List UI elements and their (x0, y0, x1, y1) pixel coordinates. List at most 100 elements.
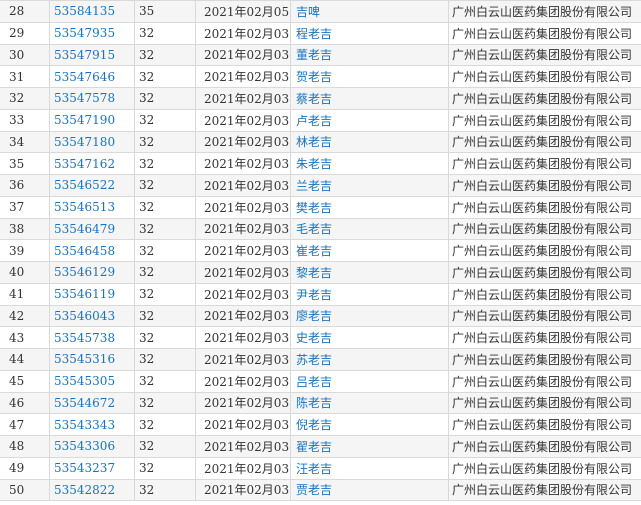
trademark-name-link[interactable]: 樊老吉 (290, 195, 449, 219)
class-number: 32 (134, 130, 196, 154)
class-number: 32 (134, 304, 196, 328)
table-row: 4453545316322021年02月03日苏老吉广州白云山医药集团股份有限公… (0, 348, 641, 371)
table-row: 3253547578322021年02月03日蔡老吉广州白云山医药集团股份有限公… (0, 87, 641, 110)
trademark-name-link[interactable]: 汪老吉 (290, 456, 449, 480)
trademark-name-link[interactable]: 尹老吉 (290, 282, 449, 306)
trademark-name-link[interactable]: 陈老吉 (290, 391, 449, 415)
trademark-name-link[interactable]: 倪老吉 (290, 413, 449, 436)
registration-number-link[interactable]: 53545305 (49, 369, 135, 393)
trademark-name-link[interactable]: 贺老吉 (290, 65, 449, 88)
trademark-name-link[interactable]: 翟老吉 (290, 435, 449, 458)
trademark-table: 2853584135352021年02月05日吉啤广州白云山医药集团股份有限公司… (0, 0, 641, 502)
application-date: 2021年02月03日 (195, 108, 291, 132)
class-number: 32 (134, 326, 196, 349)
registration-number-link[interactable]: 53545316 (49, 348, 135, 371)
trademark-name-link[interactable]: 卢老吉 (290, 108, 449, 132)
trademark-name-link[interactable]: 吕老吉 (290, 369, 449, 393)
trademark-name-link[interactable]: 林老吉 (290, 130, 449, 154)
trademark-name-link[interactable]: 吉啤 (290, 0, 449, 23)
table-row: 2953547935322021年02月03日程老吉广州白云山医药集团股份有限公… (0, 21, 641, 45)
row-index: 41 (0, 282, 50, 306)
trademark-name-link[interactable]: 朱老吉 (290, 152, 449, 175)
application-date: 2021年02月03日 (195, 87, 291, 110)
registration-number-link[interactable]: 53584135 (49, 0, 135, 23)
trademark-name-link[interactable]: 毛老吉 (290, 217, 449, 241)
trademark-name-link[interactable]: 兰老吉 (290, 174, 449, 197)
trademark-name-link[interactable]: 程老吉 (290, 21, 449, 45)
application-date: 2021年02月03日 (195, 348, 291, 371)
trademark-table-body: 2853584135352021年02月05日吉啤广州白云山医药集团股份有限公司… (0, 0, 641, 502)
registration-number-link[interactable]: 53542822 (49, 478, 135, 502)
registration-number-link[interactable]: 53544672 (49, 391, 135, 415)
application-date: 2021年02月03日 (195, 369, 291, 393)
application-date: 2021年02月03日 (195, 43, 291, 67)
trademark-name-link[interactable]: 黎老吉 (290, 261, 449, 284)
table-row: 3853546479322021年02月03日毛老吉广州白云山医药集团股份有限公… (0, 217, 641, 241)
trademark-name-link[interactable]: 史老吉 (290, 326, 449, 349)
application-date: 2021年02月03日 (195, 456, 291, 480)
trademark-name-link[interactable]: 崔老吉 (290, 239, 449, 262)
row-index: 40 (0, 261, 50, 284)
registration-number-link[interactable]: 53546522 (49, 174, 135, 197)
registration-number-link[interactable]: 53546129 (49, 261, 135, 284)
registration-number-link[interactable]: 53547915 (49, 43, 135, 67)
registration-number-link[interactable]: 53546119 (49, 282, 135, 306)
class-number: 32 (134, 456, 196, 480)
registration-number-link[interactable]: 53547190 (49, 108, 135, 132)
registration-number-link[interactable]: 53547935 (49, 21, 135, 45)
trademark-name-link[interactable]: 廖老吉 (290, 304, 449, 328)
applicant-name: 广州白云山医药集团股份有限公司 (448, 391, 641, 415)
class-number: 32 (134, 391, 196, 415)
registration-number-link[interactable]: 53546479 (49, 217, 135, 241)
application-date: 2021年02月03日 (195, 239, 291, 262)
applicant-name: 广州白云山医药集团股份有限公司 (448, 0, 641, 23)
registration-number-link[interactable]: 53543343 (49, 413, 135, 436)
table-row: 4353545738322021年02月03日史老吉广州白云山医药集团股份有限公… (0, 326, 641, 349)
registration-number-link[interactable]: 53543237 (49, 456, 135, 480)
application-date: 2021年02月03日 (195, 65, 291, 88)
registration-number-link[interactable]: 53546043 (49, 304, 135, 328)
registration-number-link[interactable]: 53543306 (49, 435, 135, 458)
table-row: 3453547180322021年02月03日林老吉广州白云山医药集团股份有限公… (0, 130, 641, 154)
applicant-name: 广州白云山医药集团股份有限公司 (448, 87, 641, 110)
registration-number-link[interactable]: 53546513 (49, 195, 135, 219)
trademark-name-link[interactable]: 蔡老吉 (290, 87, 449, 110)
registration-number-link[interactable]: 53547578 (49, 87, 135, 110)
table-row: 3753546513322021年02月03日樊老吉广州白云山医药集团股份有限公… (0, 195, 641, 219)
application-date: 2021年02月03日 (195, 435, 291, 458)
row-index: 31 (0, 65, 50, 88)
application-date: 2021年02月03日 (195, 174, 291, 197)
registration-number-link[interactable]: 53547162 (49, 152, 135, 175)
row-index: 30 (0, 43, 50, 67)
application-date: 2021年02月03日 (195, 130, 291, 154)
trademark-name-link[interactable]: 苏老吉 (290, 348, 449, 371)
row-index: 44 (0, 348, 50, 371)
row-index: 43 (0, 326, 50, 349)
registration-number-link[interactable]: 53545738 (49, 326, 135, 349)
class-number: 32 (134, 282, 196, 306)
row-index: 49 (0, 456, 50, 480)
trademark-name-link[interactable]: 贾老吉 (290, 478, 449, 502)
trademark-name-link[interactable]: 董老吉 (290, 43, 449, 67)
table-row: 3653546522322021年02月03日兰老吉广州白云山医药集团股份有限公… (0, 174, 641, 197)
row-index: 34 (0, 130, 50, 154)
applicant-name: 广州白云山医药集团股份有限公司 (448, 261, 641, 284)
table-row: 2853584135352021年02月05日吉啤广州白云山医药集团股份有限公司 (0, 0, 641, 23)
registration-number-link[interactable]: 53547646 (49, 65, 135, 88)
class-number: 32 (134, 152, 196, 175)
application-date: 2021年02月03日 (195, 391, 291, 415)
class-number: 32 (134, 413, 196, 436)
applicant-name: 广州白云山医药集团股份有限公司 (448, 282, 641, 306)
table-row: 4853543306322021年02月03日翟老吉广州白云山医药集团股份有限公… (0, 435, 641, 458)
application-date: 2021年02月05日 (195, 0, 291, 23)
application-date: 2021年02月03日 (195, 217, 291, 241)
applicant-name: 广州白云山医药集团股份有限公司 (448, 456, 641, 480)
applicant-name: 广州白云山医药集团股份有限公司 (448, 217, 641, 241)
application-date: 2021年02月03日 (195, 304, 291, 328)
registration-number-link[interactable]: 53546458 (49, 239, 135, 262)
row-index: 32 (0, 87, 50, 110)
registration-number-link[interactable]: 53547180 (49, 130, 135, 154)
application-date: 2021年02月03日 (195, 478, 291, 502)
applicant-name: 广州白云山医药集团股份有限公司 (448, 304, 641, 328)
row-index: 46 (0, 391, 50, 415)
